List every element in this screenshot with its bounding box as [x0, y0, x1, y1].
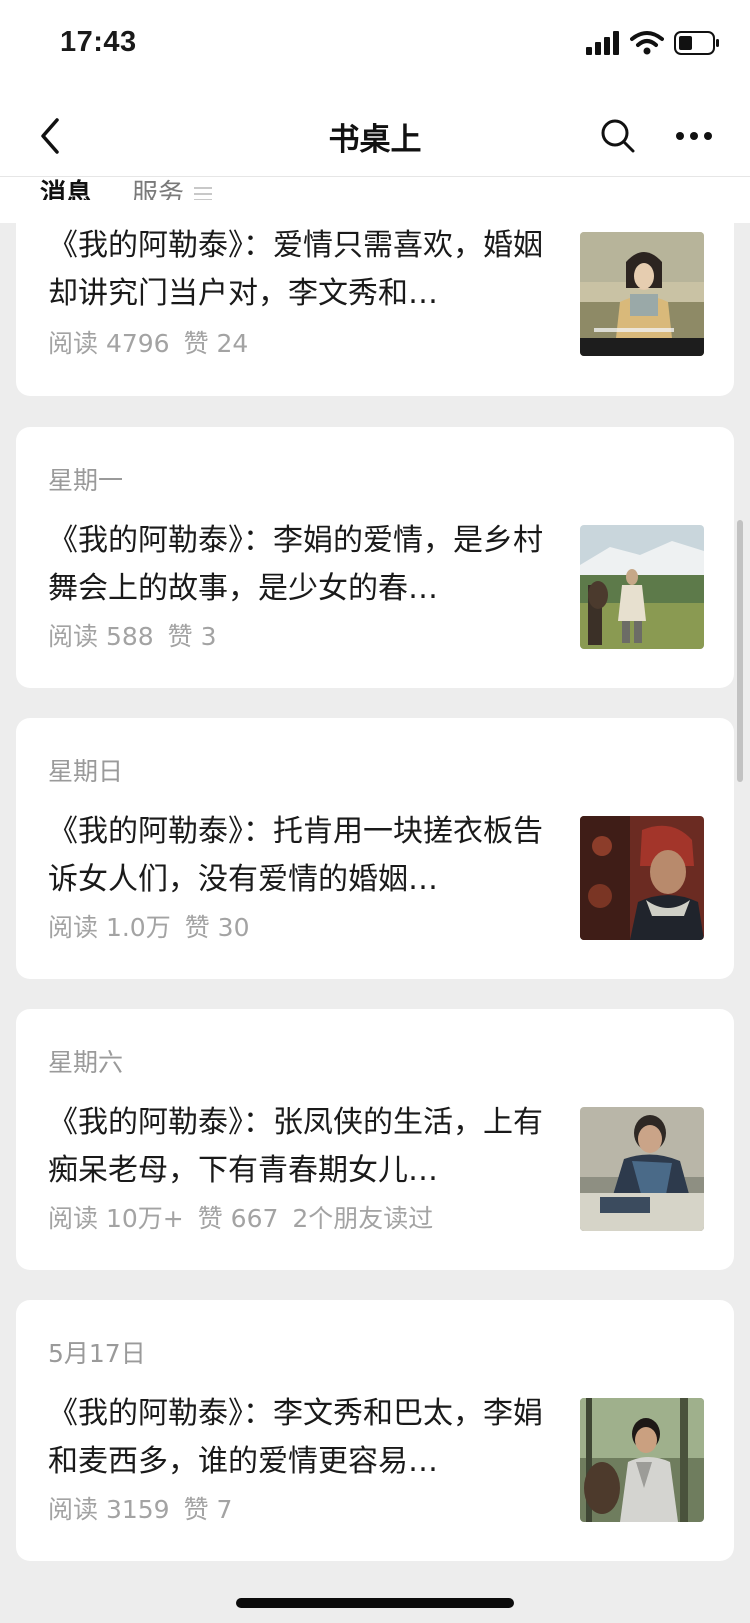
article-title[interactable]: 《我的阿勒泰》：李文秀和巴太，李娟和麦西多，谁的爱情更容易… — [48, 1390, 568, 1486]
read-count: 阅读 588 — [48, 622, 154, 651]
like-count: 赞 24 — [183, 329, 249, 358]
article-thumbnail[interactable] — [580, 525, 704, 649]
search-button[interactable] — [592, 110, 644, 162]
article-title[interactable]: 《我的阿勒泰》：张凤侠的生活，上有痴呆老母，下有青春期女儿… — [48, 1099, 568, 1195]
wifi-icon — [630, 30, 664, 60]
article-card[interactable]: 星期一 《我的阿勒泰》：李娟的爱情，是乡村舞会上的故事，是少女的春… 阅读 58… — [16, 427, 734, 688]
cellular-signal-icon — [586, 31, 620, 59]
article-card[interactable]: 星期日 《我的阿勒泰》：托肯用一块搓衣板告诉女人们，没有爱情的婚姻… 阅读 1.… — [16, 718, 734, 979]
article-title[interactable]: 《我的阿勒泰》：爱情只需喜欢，婚姻却讲究门当户对，李文秀和… — [48, 222, 568, 318]
article-thumbnail[interactable] — [580, 1107, 704, 1231]
article-stats: 阅读 3159 赞 7 — [48, 1490, 246, 1526]
article-thumbnail[interactable] — [580, 1398, 704, 1522]
status-bar: 17:43 — [0, 0, 750, 96]
status-icons — [586, 30, 720, 60]
read-count: 阅读 10万+ — [48, 1204, 184, 1233]
article-date: 星期日 — [48, 757, 124, 786]
like-count: 赞 30 — [184, 913, 250, 942]
article-title[interactable]: 《我的阿勒泰》：李娟的爱情，是乡村舞会上的故事，是少女的春… — [48, 517, 568, 613]
read-count: 阅读 4796 — [48, 329, 170, 358]
article-thumbnail[interactable] — [580, 232, 704, 356]
read-count: 阅读 3159 — [48, 1495, 170, 1524]
article-date: 星期六 — [48, 1048, 124, 1077]
like-count: 赞 7 — [183, 1495, 233, 1524]
more-dots-icon — [676, 132, 712, 140]
article-stats: 阅读 4796 赞 24 — [48, 324, 262, 360]
article-card[interactable]: 《我的阿勒泰》：爱情只需喜欢，婚姻却讲究门当户对，李文秀和… 阅读 4796 赞 … — [16, 200, 734, 396]
status-time: 17:43 — [60, 26, 137, 58]
article-stats: 阅读 588 赞 3 — [48, 617, 231, 653]
scrollbar[interactable] — [737, 520, 743, 782]
article-stats: 阅读 10万+ 赞 667 2个朋友读过 — [48, 1199, 447, 1235]
home-indicator[interactable] — [236, 1598, 514, 1608]
friends-read: 2个朋友读过 — [292, 1204, 434, 1233]
more-button[interactable] — [668, 110, 720, 162]
like-count: 赞 3 — [167, 622, 217, 651]
nav-bar: 书桌上 — [0, 96, 750, 176]
article-thumbnail[interactable] — [580, 816, 704, 940]
battery-icon — [674, 31, 720, 59]
article-title[interactable]: 《我的阿勒泰》：托肯用一块搓衣板告诉女人们，没有爱情的婚姻… — [48, 808, 568, 904]
search-icon — [601, 119, 635, 153]
article-stats: 阅读 1.0万赞 30 — [48, 908, 263, 944]
read-count: 阅读 1.0万 — [48, 913, 171, 942]
like-count: 赞 667 — [197, 1204, 279, 1233]
article-date: 5月17日 — [48, 1339, 146, 1368]
article-card[interactable]: 5月17日 《我的阿勒泰》：李文秀和巴太，李娟和麦西多，谁的爱情更容易… 阅读 … — [16, 1300, 734, 1561]
article-card[interactable]: 星期六 《我的阿勒泰》：张凤侠的生活，上有痴呆老母，下有青春期女儿… 阅读 10… — [16, 1009, 734, 1270]
article-date: 星期一 — [48, 466, 124, 495]
